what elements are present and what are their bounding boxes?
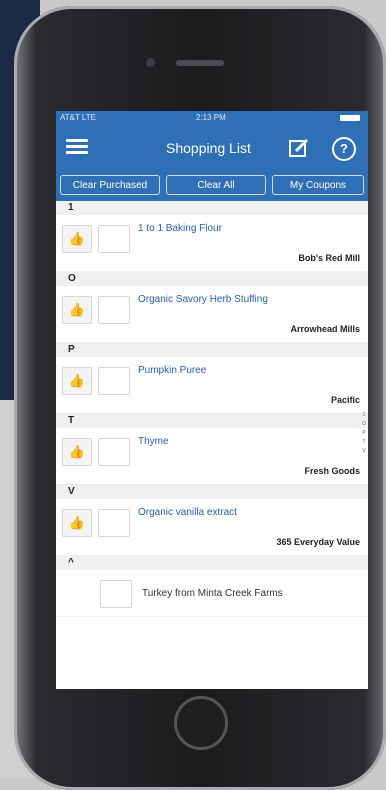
item-name[interactable]: 1 to 1 Baking Flour xyxy=(138,223,222,234)
menu-icon[interactable] xyxy=(66,139,88,155)
item-name[interactable]: Organic Savory Herb Stuffing xyxy=(138,294,268,305)
section-header: O xyxy=(56,272,368,286)
my-coupons-button[interactable]: My Coupons xyxy=(272,175,364,195)
speaker-grille xyxy=(176,60,224,66)
help-icon[interactable]: ? xyxy=(332,137,356,161)
battery-icon xyxy=(340,115,360,121)
list-item[interactable]: 👍 Thyme Fresh Goods xyxy=(56,428,368,485)
purchased-checkbox[interactable] xyxy=(98,296,130,324)
nav-bar: Shopping List ? xyxy=(56,125,368,171)
item-brand: 365 Everyday Value xyxy=(276,537,360,547)
list-item[interactable]: 👍 Organic Savory Herb Stuffing Arrowhead… xyxy=(56,286,368,343)
section-header: T xyxy=(56,414,368,428)
item-brand: Arrowhead Mills xyxy=(290,324,360,334)
thumb-icon[interactable]: 👍 xyxy=(62,509,92,537)
edit-icon[interactable] xyxy=(288,137,310,159)
thumb-icon[interactable]: 👍 xyxy=(62,225,92,253)
purchased-checkbox[interactable] xyxy=(98,367,130,395)
list-item[interactable]: 👍 Pumpkin Puree Pacific xyxy=(56,357,368,414)
list-item[interactable]: 👍 1 to 1 Baking Flour Bob's Red Mill xyxy=(56,215,368,272)
purchased-checkbox[interactable] xyxy=(98,438,130,466)
section-header: ^ xyxy=(56,556,368,570)
clear-all-button[interactable]: Clear All xyxy=(166,175,266,195)
app-screen: AT&T LTE 2:13 PM Shopping List ? Clear P… xyxy=(56,111,368,689)
clock-label: 2:13 PM xyxy=(196,113,226,122)
phone-frame: AT&T LTE 2:13 PM Shopping List ? Clear P… xyxy=(14,6,386,790)
carrier-label: AT&T LTE xyxy=(60,113,97,122)
thumb-icon[interactable]: 👍 xyxy=(62,438,92,466)
home-button[interactable] xyxy=(174,696,228,750)
list-item[interactable]: 👍 Organic vanilla extract 365 Everyday V… xyxy=(56,499,368,556)
purchased-checkbox[interactable] xyxy=(100,580,132,608)
shopping-list: 1 👍 1 to 1 Baking Flour Bob's Red Mill O… xyxy=(56,201,368,617)
toolbar: Clear Purchased Clear All My Coupons xyxy=(56,171,368,201)
purchased-checkbox[interactable] xyxy=(98,225,130,253)
purchased-checkbox[interactable] xyxy=(98,509,130,537)
item-name[interactable]: Pumpkin Puree xyxy=(138,365,206,376)
clear-purchased-button[interactable]: Clear Purchased xyxy=(60,175,160,195)
item-brand: Pacific xyxy=(330,395,360,405)
item-name[interactable]: Thyme xyxy=(138,436,169,447)
section-header: P xyxy=(56,343,368,357)
item-name[interactable]: Turkey from Minta Creek Farms xyxy=(142,588,283,599)
item-brand: Fresh Goods xyxy=(304,466,360,476)
section-header: 1 xyxy=(56,201,368,215)
thumb-icon[interactable]: 👍 xyxy=(62,367,92,395)
alpha-index[interactable]: 1 O P T V xyxy=(361,411,367,456)
list-item[interactable]: Turkey from Minta Creek Farms xyxy=(56,570,368,617)
front-camera xyxy=(146,58,155,67)
item-name[interactable]: Organic vanilla extract xyxy=(138,507,237,518)
page-title: Shopping List xyxy=(166,140,251,156)
status-bar: AT&T LTE 2:13 PM xyxy=(56,111,368,125)
thumb-icon[interactable]: 👍 xyxy=(62,296,92,324)
item-brand: Bob's Red Mill xyxy=(298,253,360,263)
section-header: V xyxy=(56,485,368,499)
